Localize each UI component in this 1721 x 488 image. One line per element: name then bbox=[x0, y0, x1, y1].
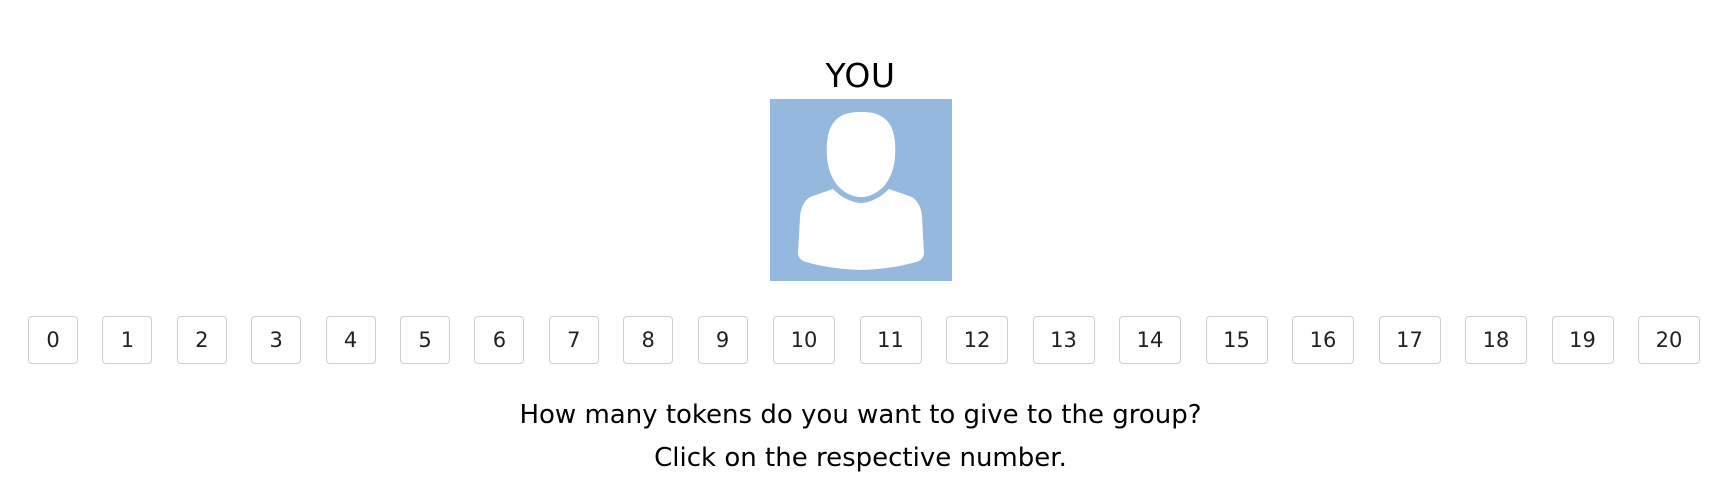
person-silhouette-icon bbox=[770, 99, 952, 281]
token-button-12[interactable]: 12 bbox=[946, 316, 1008, 364]
token-button-10[interactable]: 10 bbox=[773, 316, 835, 364]
token-button-18[interactable]: 18 bbox=[1465, 316, 1527, 364]
token-button-4[interactable]: 4 bbox=[325, 316, 376, 364]
token-button-20[interactable]: 20 bbox=[1638, 316, 1700, 364]
token-button-0[interactable]: 0 bbox=[28, 316, 78, 364]
token-button-7[interactable]: 7 bbox=[548, 316, 599, 364]
token-button-19[interactable]: 19 bbox=[1551, 316, 1614, 364]
token-button-2[interactable]: 2 bbox=[176, 316, 227, 364]
token-button-1[interactable]: 1 bbox=[102, 316, 153, 364]
token-button-11[interactable]: 11 bbox=[859, 316, 922, 364]
avatar bbox=[770, 99, 952, 281]
token-button-13[interactable]: 13 bbox=[1032, 316, 1095, 364]
token-button-8[interactable]: 8 bbox=[623, 316, 674, 364]
token-button-17[interactable]: 17 bbox=[1378, 316, 1441, 364]
token-button-9[interactable]: 9 bbox=[697, 316, 748, 364]
token-button-6[interactable]: 6 bbox=[474, 316, 525, 364]
instruction-text: Click on the respective number. bbox=[654, 443, 1067, 473]
question-text: How many tokens do you want to give to t… bbox=[519, 400, 1202, 430]
token-button-16[interactable]: 16 bbox=[1292, 316, 1354, 364]
token-button-5[interactable]: 5 bbox=[400, 316, 450, 364]
token-button-14[interactable]: 14 bbox=[1119, 316, 1181, 364]
player-label: YOU bbox=[825, 56, 896, 95]
token-button-3[interactable]: 3 bbox=[251, 316, 302, 364]
token-button-row: 0 1 2 3 4 5 6 7 8 9 10 11 12 13 14 15 16 17 18 19 20 bbox=[0, 316, 1721, 366]
token-button-15[interactable]: 15 bbox=[1205, 316, 1268, 364]
